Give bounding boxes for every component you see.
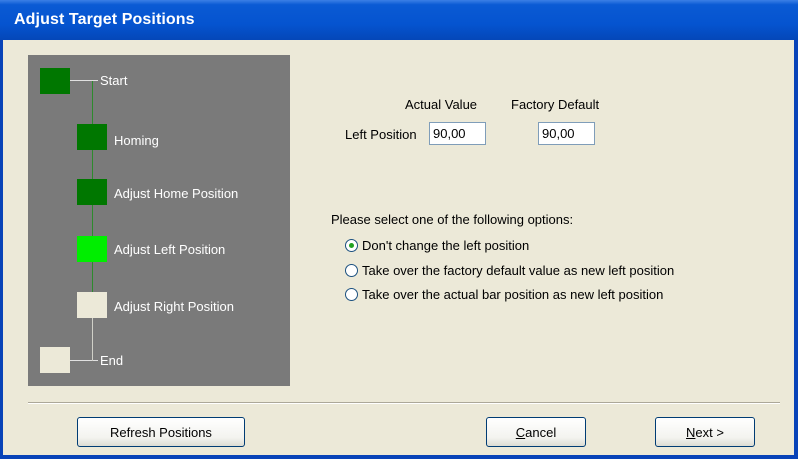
radio-actual-bar[interactable]	[345, 287, 358, 301]
step-progress-panel: Start Homing Adjust Home Position Adjust…	[28, 55, 290, 386]
step-marker-start	[40, 68, 70, 94]
step-label-end: End	[100, 353, 124, 368]
options-prompt: Please select one of the following optio…	[331, 212, 574, 227]
refresh-positions-button[interactable]: Refresh Positions	[77, 417, 245, 447]
step-connector	[70, 360, 98, 361]
refresh-positions-label: Refresh Positions	[110, 424, 212, 440]
cancel-label: Cancel	[515, 424, 557, 440]
step-connector	[92, 311, 93, 361]
option-factory-default-label: Take over the factory default value as n…	[362, 262, 675, 278]
separator-line	[28, 402, 780, 404]
cancel-button[interactable]: Cancel	[486, 417, 586, 447]
left-position-label: Left Position	[345, 127, 417, 142]
window-frame-right	[794, 40, 798, 459]
option-factory-default[interactable]: Take over the factory default value as n…	[345, 261, 674, 279]
option-dont-change-label: Don't change the left position	[362, 237, 530, 253]
next-label: Next >	[686, 424, 724, 440]
step-marker-adjust-right-position	[77, 292, 107, 318]
window-title: Adjust Target Positions	[14, 11, 195, 28]
factory-default-header: Factory Default	[511, 97, 600, 112]
option-dont-change[interactable]: Don't change the left position	[345, 236, 529, 254]
factory-default-field[interactable]	[538, 122, 595, 145]
step-label-adjust-left-position: Adjust Left Position	[114, 242, 226, 257]
option-actual-bar-label: Take over the actual bar position as new…	[362, 286, 664, 302]
step-label-adjust-home-position: Adjust Home Position	[114, 186, 239, 201]
step-marker-homing	[77, 124, 107, 150]
radio-factory-default[interactable]	[345, 263, 358, 277]
option-actual-bar[interactable]: Take over the actual bar position as new…	[345, 285, 663, 303]
step-marker-adjust-home-position	[77, 179, 107, 205]
step-label-start: Start	[100, 73, 128, 88]
next-button[interactable]: Next >	[655, 417, 755, 447]
radio-dont-change[interactable]	[345, 238, 358, 252]
step-marker-end	[40, 347, 70, 373]
step-marker-adjust-left-position	[77, 236, 107, 262]
title-bar: Adjust Target Positions	[0, 0, 798, 40]
actual-value-field[interactable]	[429, 122, 486, 145]
window-frame-bottom	[0, 455, 798, 459]
step-label-adjust-right-position: Adjust Right Position	[114, 299, 234, 314]
step-label-homing: Homing	[114, 133, 159, 148]
step-connector	[70, 80, 98, 81]
actual-value-header: Actual Value	[405, 97, 478, 112]
window-frame-left	[0, 40, 3, 459]
